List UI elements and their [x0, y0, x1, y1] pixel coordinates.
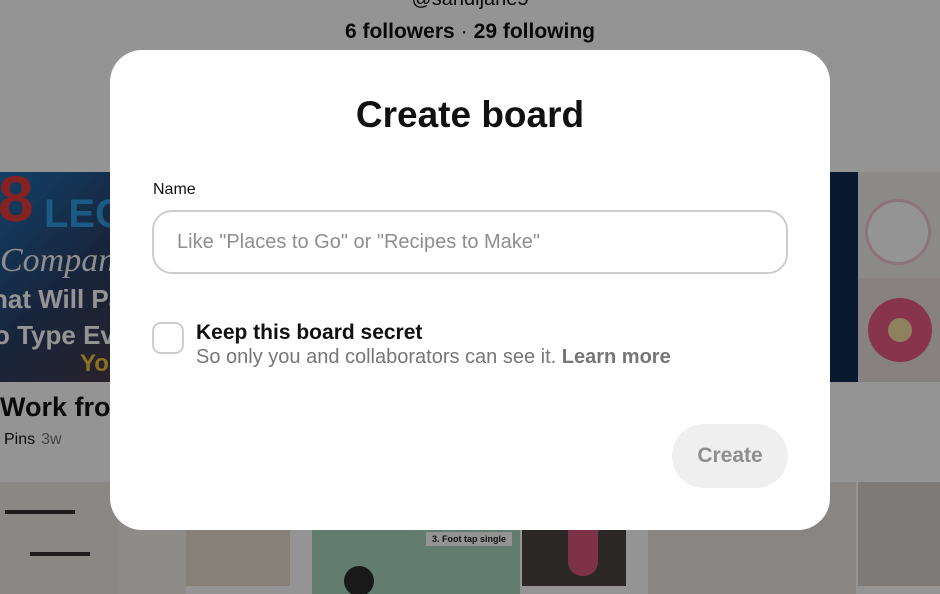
- board-name-input[interactable]: [152, 210, 788, 274]
- learn-more-link[interactable]: Learn more: [562, 346, 671, 368]
- secret-description-text: So only you and collaborators can see it…: [196, 346, 557, 368]
- dialog-title: Create board: [355, 94, 585, 135]
- name-label: Name: [153, 181, 196, 198]
- create-board-dialog: Create board Name Keep this board secret…: [110, 50, 830, 530]
- profile-page: @sandijane5 6 followers·29 following 8 L…: [0, 0, 940, 594]
- create-button[interactable]: Create: [672, 424, 788, 488]
- secret-title: Keep this board secret: [196, 321, 423, 344]
- secret-checkbox[interactable]: [152, 322, 184, 354]
- secret-description: So only you and collaborators can see it…: [196, 346, 671, 369]
